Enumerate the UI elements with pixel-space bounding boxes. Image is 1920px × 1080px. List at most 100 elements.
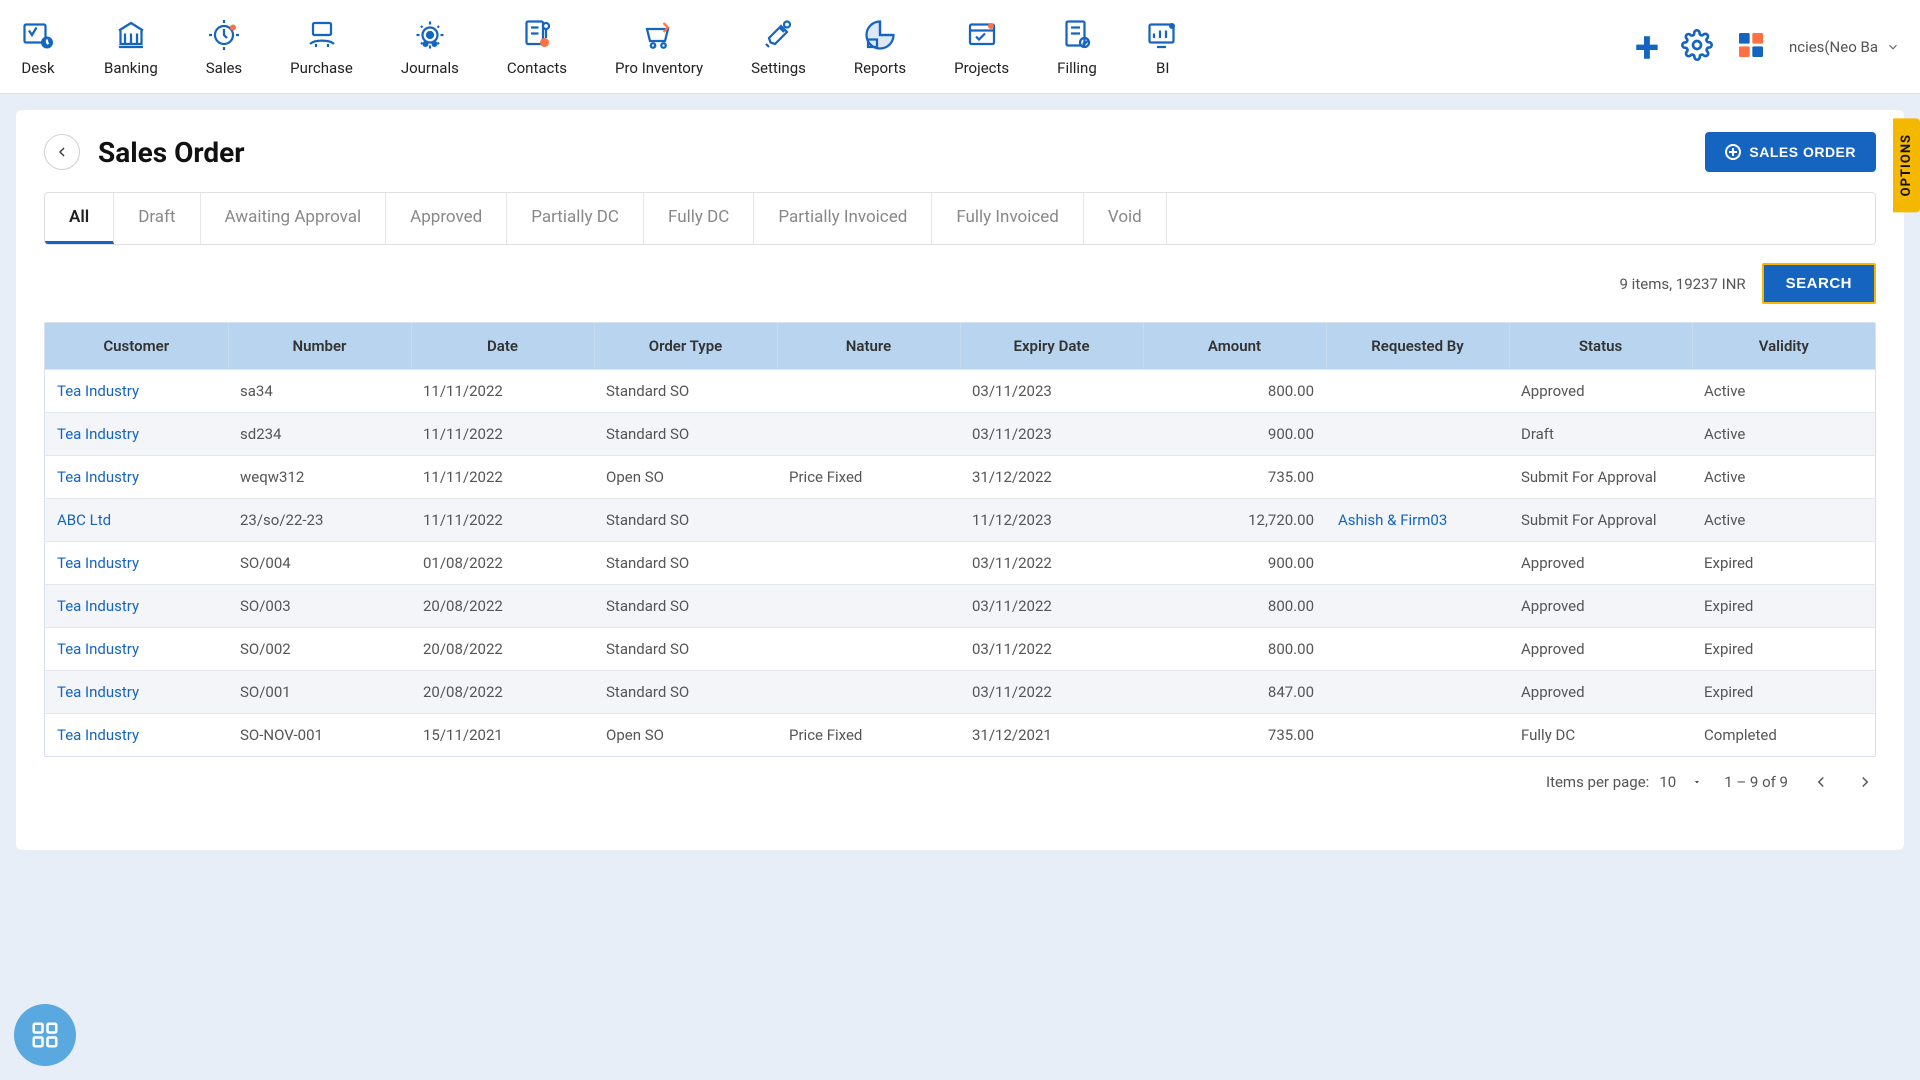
cell-requested-by xyxy=(1326,370,1509,413)
nav-icon xyxy=(964,17,1000,53)
cell-nature: Price Fixed xyxy=(777,456,960,499)
nav-label: Desk xyxy=(21,59,54,77)
cell-number: SO/003 xyxy=(228,585,411,628)
next-page-button[interactable] xyxy=(1854,771,1876,793)
col-header[interactable]: Date xyxy=(411,323,594,370)
cell-number: SO-NOV-001 xyxy=(228,714,411,757)
tab-fully-dc[interactable]: Fully DC xyxy=(644,193,754,244)
cell-customer[interactable]: Tea Industry xyxy=(45,456,228,499)
new-global-icon[interactable]: + xyxy=(1635,25,1659,69)
top-nav-right: + ncies(Neo Ba xyxy=(1635,25,1900,69)
cell-nature xyxy=(777,671,960,714)
col-header[interactable]: Number xyxy=(228,323,411,370)
nav-item-banking[interactable]: Banking xyxy=(104,17,158,77)
app-grid-button[interactable] xyxy=(14,1004,76,1066)
nav-icon xyxy=(862,17,898,53)
cell-nature xyxy=(777,585,960,628)
tab-approved[interactable]: Approved xyxy=(386,193,507,244)
cell-validity: Active xyxy=(1692,456,1875,499)
cell-validity: Expired xyxy=(1692,585,1875,628)
cell-expiry: 03/11/2022 xyxy=(960,628,1143,671)
cell-nature xyxy=(777,542,960,585)
cell-customer[interactable]: Tea Industry xyxy=(45,542,228,585)
cell-customer[interactable]: Tea Industry xyxy=(45,628,228,671)
nav-item-purchase[interactable]: Purchase xyxy=(290,17,353,77)
cell-customer[interactable]: ABC Ltd xyxy=(45,499,228,542)
cell-customer[interactable]: Tea Industry xyxy=(45,714,228,757)
nav-icon xyxy=(412,17,448,53)
cell-amount: 735.00 xyxy=(1143,456,1326,499)
cell-expiry: 03/11/2022 xyxy=(960,542,1143,585)
col-header[interactable]: Amount xyxy=(1143,323,1326,370)
cell-customer[interactable]: Tea Industry xyxy=(45,585,228,628)
cell-number: sa34 xyxy=(228,370,411,413)
options-side-tab[interactable]: OPTIONS xyxy=(1893,118,1920,212)
tab-partially-dc[interactable]: Partially DC xyxy=(507,193,644,244)
nav-item-desk[interactable]: Desk xyxy=(20,17,56,77)
cell-customer[interactable]: Tea Industry xyxy=(45,671,228,714)
org-dropdown[interactable]: ncies(Neo Ba xyxy=(1789,38,1900,56)
cell-expiry: 03/11/2023 xyxy=(960,413,1143,456)
page-range: 1 – 9 of 9 xyxy=(1724,773,1788,791)
settings-icon[interactable] xyxy=(1681,29,1713,65)
new-sales-order-button[interactable]: SALES ORDER xyxy=(1705,132,1876,172)
cell-requested-by xyxy=(1326,542,1509,585)
nav-item-settings[interactable]: Settings xyxy=(751,17,806,77)
nav-label: BI xyxy=(1156,59,1169,77)
cell-requested-by[interactable]: Ashish & Firm03 xyxy=(1326,499,1509,542)
nav-item-sales[interactable]: Sales xyxy=(206,17,242,77)
tab-all[interactable]: All xyxy=(45,193,114,244)
col-header[interactable]: Validity xyxy=(1692,323,1875,370)
col-header[interactable]: Status xyxy=(1509,323,1692,370)
calculator-icon[interactable] xyxy=(1735,29,1767,65)
items-count: 9 items, 19237 INR xyxy=(1620,275,1746,293)
nav-label: Journals xyxy=(401,59,459,77)
cell-number: SO/004 xyxy=(228,542,411,585)
cell-customer[interactable]: Tea Industry xyxy=(45,370,228,413)
nav-item-bi[interactable]: BI xyxy=(1145,17,1181,77)
col-header[interactable]: Requested By xyxy=(1326,323,1509,370)
cell-status: Draft xyxy=(1509,413,1692,456)
table-row: Tea Industrysd23411/11/2022Standard SO03… xyxy=(45,413,1875,456)
tab-partially-invoiced[interactable]: Partially Invoiced xyxy=(754,193,932,244)
nav-label: Contacts xyxy=(507,59,567,77)
cell-status: Approved xyxy=(1509,671,1692,714)
cell-number: sd234 xyxy=(228,413,411,456)
col-header[interactable]: Order Type xyxy=(594,323,777,370)
nav-label: Purchase xyxy=(290,59,353,77)
cell-status: Fully DC xyxy=(1509,714,1692,757)
nav-label: Filling xyxy=(1057,59,1097,77)
tab-void[interactable]: Void xyxy=(1084,193,1167,244)
nav-item-projects[interactable]: Projects xyxy=(954,17,1009,77)
items-per-page[interactable]: Items per page: 10 xyxy=(1546,773,1702,791)
cell-amount: 800.00 xyxy=(1143,370,1326,413)
col-header[interactable]: Nature xyxy=(777,323,960,370)
col-header[interactable]: Expiry Date xyxy=(960,323,1143,370)
cell-amount: 12,720.00 xyxy=(1143,499,1326,542)
cell-customer[interactable]: Tea Industry xyxy=(45,413,228,456)
chevron-left-icon xyxy=(54,144,70,160)
col-header[interactable]: Customer xyxy=(45,323,228,370)
prev-page-button[interactable] xyxy=(1810,771,1832,793)
nav-icon xyxy=(1145,17,1181,53)
nav-label: Sales xyxy=(206,59,242,77)
cell-amount: 847.00 xyxy=(1143,671,1326,714)
cell-number: 23/so/22-23 xyxy=(228,499,411,542)
search-button[interactable]: SEARCH xyxy=(1762,263,1876,304)
back-button[interactable] xyxy=(44,134,80,170)
nav-item-reports[interactable]: Reports xyxy=(854,17,906,77)
cell-order-type: Open SO xyxy=(594,456,777,499)
nav-item-contacts[interactable]: Contacts xyxy=(507,17,567,77)
nav-item-journals[interactable]: Journals xyxy=(401,17,459,77)
cell-order-type: Standard SO xyxy=(594,370,777,413)
tab-draft[interactable]: Draft xyxy=(114,193,200,244)
cell-requested-by xyxy=(1326,456,1509,499)
tab-fully-invoiced[interactable]: Fully Invoiced xyxy=(932,193,1084,244)
tab-awaiting-approval[interactable]: Awaiting Approval xyxy=(201,193,387,244)
cell-order-type: Standard SO xyxy=(594,499,777,542)
nav-item-filling[interactable]: Filling xyxy=(1057,17,1097,77)
org-label: ncies(Neo Ba xyxy=(1789,38,1878,56)
cell-date: 01/08/2022 xyxy=(411,542,594,585)
cell-date: 11/11/2022 xyxy=(411,456,594,499)
nav-item-pro-inventory[interactable]: Pro Inventory xyxy=(615,17,703,77)
